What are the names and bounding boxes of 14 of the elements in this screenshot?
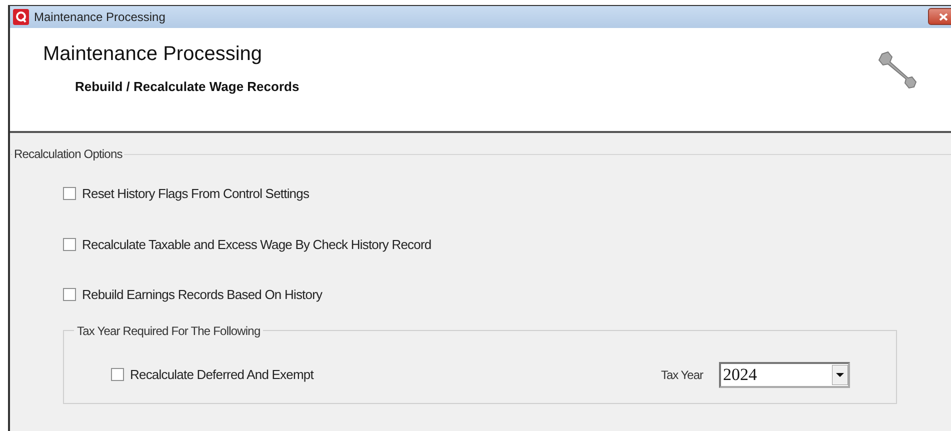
option-checkbox[interactable]: Reset History Flags From Control Settings [63,184,951,204]
app-logo-icon [13,9,29,25]
window-title: Maintenance Processing [34,9,166,26]
option-checkbox[interactable]: Rebuild Earnings Records Based On History [63,285,951,304]
close-icon [939,12,948,20]
header-subtitle: Rebuild / Recalculate Wage Records [75,78,300,96]
dropdown-arrow-icon [832,364,848,384]
group-legend: Tax Year Required For The Following [74,322,264,340]
header-title: Maintenance Processing [43,42,264,67]
tax-year-dropdown[interactable]: 2024 [719,362,850,388]
option-checkbox[interactable]: Recalculate Deferred And Exempt [111,364,314,384]
option-checkbox[interactable]: Recalculate Taxable and Excess Wage By Check History Record [63,234,951,254]
group-legend: Recalculation Options [12,145,124,163]
tax-year-label: Tax Year [660,366,703,384]
